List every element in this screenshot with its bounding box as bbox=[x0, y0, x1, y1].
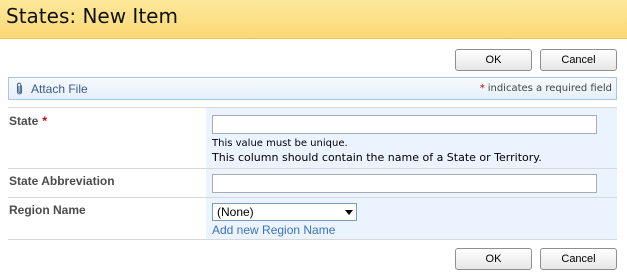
attach-file-label: Attach File bbox=[31, 82, 88, 96]
state-description-hint: This column should contain the name of a… bbox=[212, 151, 542, 164]
state-required-star: * bbox=[42, 114, 48, 128]
ok-button-top[interactable]: OK bbox=[455, 49, 532, 71]
title-bar: States: New Item bbox=[0, 0, 627, 39]
state-unique-hint: This value must be unique. bbox=[212, 138, 348, 149]
state-row: State * This value must be unique. This c… bbox=[8, 107, 617, 168]
add-region-link[interactable]: Add new Region Name bbox=[212, 223, 335, 237]
required-star: * bbox=[479, 83, 485, 94]
state-label-cell: State * bbox=[8, 108, 206, 168]
form-bottom-divider bbox=[8, 239, 617, 240]
cancel-button-top[interactable]: Cancel bbox=[540, 49, 617, 71]
state-label-text: State bbox=[9, 114, 39, 128]
region-label-cell: Region Name bbox=[8, 198, 206, 239]
abbreviation-label: State Abbreviation bbox=[9, 174, 115, 188]
state-field-cell: This value must be unique. This column s… bbox=[206, 108, 617, 168]
region-selected-value: (None) bbox=[217, 205, 254, 219]
region-select[interactable]: (None) bbox=[212, 203, 357, 221]
abbreviation-input[interactable] bbox=[212, 174, 597, 193]
state-input[interactable] bbox=[212, 115, 597, 134]
region-label: Region Name bbox=[9, 203, 86, 217]
required-note-text: indicates a required field bbox=[487, 83, 612, 94]
chevron-down-icon bbox=[342, 204, 356, 220]
region-row: Region Name (None) Add new Region Name bbox=[8, 197, 617, 239]
region-field-cell: (None) Add new Region Name bbox=[206, 198, 617, 239]
paperclip-icon bbox=[16, 82, 23, 95]
required-field-note: * indicates a required field bbox=[480, 83, 612, 94]
ok-button-bottom[interactable]: OK bbox=[455, 248, 532, 270]
abbreviation-field-cell bbox=[206, 169, 617, 197]
attach-file-button[interactable]: Attach File bbox=[14, 81, 88, 97]
abbreviation-label-cell: State Abbreviation bbox=[8, 169, 206, 197]
page-title: States: New Item bbox=[6, 4, 178, 28]
state-label: State * bbox=[9, 114, 47, 128]
form-toolbar: Attach File * indicates a required field bbox=[8, 77, 617, 100]
cancel-button-bottom[interactable]: Cancel bbox=[540, 248, 617, 270]
abbreviation-row: State Abbreviation bbox=[8, 168, 617, 197]
